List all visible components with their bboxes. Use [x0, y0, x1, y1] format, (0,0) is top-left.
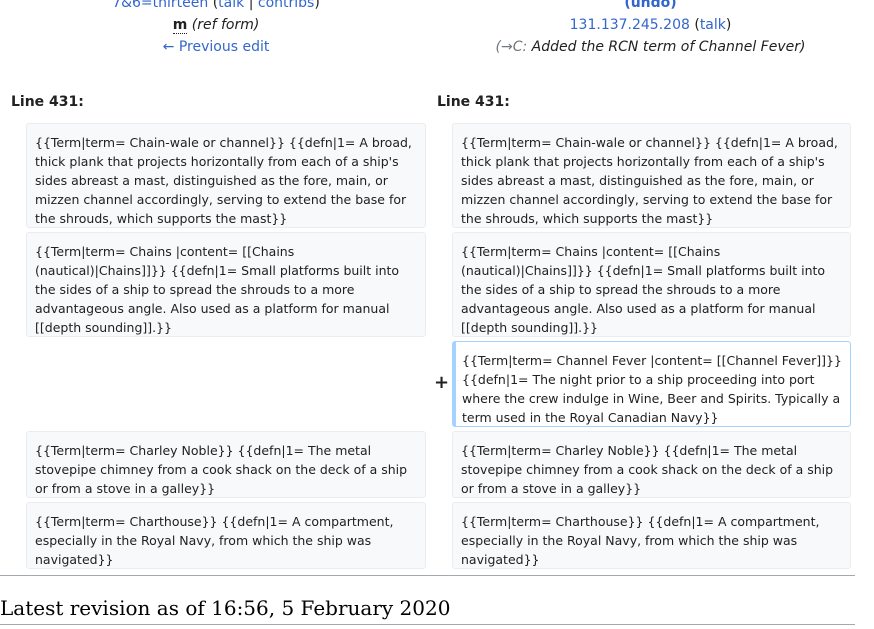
minor-edit-flag: m: [172, 17, 188, 34]
old-user-contribs-link[interactable]: contribs: [258, 0, 314, 11]
added-line-marker: +: [434, 372, 450, 393]
new-user-talk-link[interactable]: talk: [700, 17, 726, 33]
diff-context-right: {{Term|term= Chain-wale or channel}} {{d…: [452, 123, 851, 228]
diff-context-right: {{Term|term= Charthouse}} {{defn|1= A co…: [452, 502, 851, 569]
left-line-number: Line 431:: [11, 94, 84, 110]
diff-context-left: {{Term|term= Charthouse}} {{defn|1= A co…: [26, 502, 426, 569]
old-user-tools: (talk | contribs): [213, 0, 320, 11]
right-line-number: Line 431:: [437, 94, 510, 110]
separator: |: [248, 0, 254, 11]
new-revision-header: (undo) 131.137.245.208 (talk) (→C: Added…: [432, 0, 869, 58]
previous-edit-link[interactable]: ← Previous edit: [163, 39, 270, 55]
diff-added-line: {{Term|term= Channel Fever |content= [[C…: [452, 341, 851, 427]
diff-bottom-divider: [0, 575, 855, 576]
diff-context-left: {{Term|term= Chain-wale or channel}} {{d…: [26, 123, 426, 228]
old-user-talk-link[interactable]: talk: [218, 0, 244, 11]
old-edit-comment: (ref form): [191, 17, 260, 33]
autocomment-arrow[interactable]: (→C:: [496, 39, 528, 55]
latest-revision-heading: Latest revision as of 16:56, 5 February …: [0, 596, 451, 620]
diff-context-right: {{Term|term= Chains |content= [[Chains (…: [452, 232, 851, 337]
heading-underline: [0, 624, 855, 625]
new-user-tools: (talk): [694, 17, 732, 33]
old-user-link[interactable]: 7&6=thirteen: [112, 0, 208, 11]
diff-context-right: {{Term|term= Charley Noble}} {{defn|1= T…: [452, 431, 851, 498]
edit-summary: (→C: Added the RCN term of Channel Fever…: [496, 39, 806, 55]
diff-context-left: {{Term|term= Chains |content= [[Chains (…: [26, 232, 426, 337]
edit-summary-text: Added the RCN term of Channel Fever): [527, 39, 806, 55]
old-revision-header: 7&6=thirteen (talk | contribs) m (ref fo…: [0, 0, 432, 58]
new-user-ip-link[interactable]: 131.137.245.208: [570, 17, 690, 33]
undo-link[interactable]: (undo): [624, 0, 676, 11]
diff-context-left: {{Term|term= Charley Noble}} {{defn|1= T…: [26, 431, 426, 498]
